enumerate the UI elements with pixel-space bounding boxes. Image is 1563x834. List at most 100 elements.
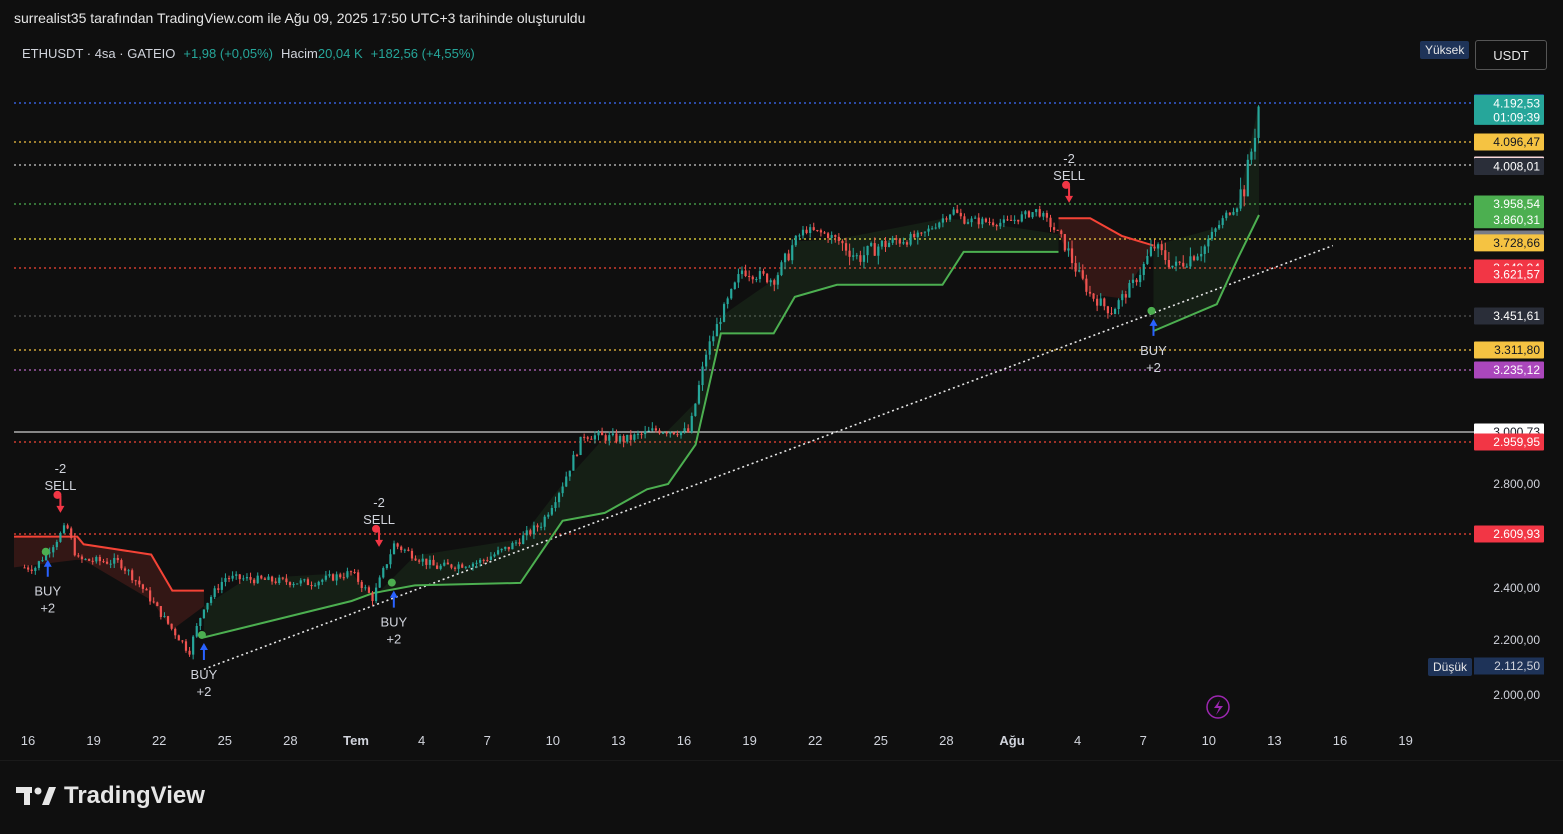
- candle-body: [267, 576, 270, 580]
- currency-button[interactable]: USDT: [1475, 40, 1547, 70]
- candle-body: [1124, 294, 1127, 298]
- candle-body: [758, 271, 762, 280]
- candle-body: [113, 557, 116, 564]
- candle-body: [174, 628, 177, 636]
- buy-dot-icon: [41, 547, 50, 556]
- candle-body: [787, 253, 790, 261]
- candle-body: [1031, 212, 1034, 218]
- candle-body: [209, 596, 213, 603]
- candle-body: [66, 525, 69, 529]
- candle-body: [934, 227, 937, 229]
- candle-body: [1239, 189, 1242, 209]
- level-label: 2.959,95: [1493, 435, 1540, 449]
- candle-body: [428, 559, 432, 565]
- volume-value: 20,04 K: [317, 46, 363, 61]
- candle-body: [866, 245, 869, 256]
- candle-body: [1149, 246, 1153, 256]
- candle-body: [794, 235, 797, 246]
- time-tick-label: 19: [1398, 733, 1412, 748]
- price-chart[interactable]: BUY +2 -2 SELL BUY +2 -2 SELL BUY +2 -2 SELL BUY +2 4…: [0, 34, 1563, 759]
- candle-body: [213, 588, 216, 597]
- candle-body: [166, 616, 170, 624]
- time-tick-label: Tem: [343, 733, 369, 748]
- candle-body: [1225, 212, 1228, 219]
- candle-body: [270, 576, 274, 582]
- candle-body: [1070, 248, 1074, 264]
- candle-body: [306, 579, 310, 586]
- candle-body: [202, 609, 206, 619]
- candle-body: [59, 532, 62, 542]
- candle-body: [593, 435, 597, 440]
- time-tick-label: 28: [939, 733, 953, 748]
- time-tick-label: 13: [1267, 733, 1281, 748]
- candle-body: [1074, 263, 1077, 272]
- candle-body: [809, 227, 812, 234]
- candle-body: [1153, 246, 1156, 249]
- candle-body: [37, 561, 40, 568]
- candle-body: [217, 588, 220, 590]
- candle-body: [701, 366, 704, 386]
- candle-body: [260, 575, 263, 579]
- candle-body: [1174, 261, 1178, 266]
- candle-body: [816, 230, 819, 232]
- candle-body: [1185, 266, 1188, 268]
- level-label: 3.860,31: [1493, 213, 1540, 227]
- candle-body: [1024, 211, 1027, 215]
- candle-body: [324, 575, 327, 580]
- candle-body: [281, 577, 284, 579]
- candle-body: [109, 563, 112, 565]
- candle-body: [848, 250, 851, 257]
- candle-body: [446, 562, 449, 565]
- candle-body: [715, 324, 718, 337]
- candle-body: [608, 435, 611, 441]
- candle-body: [755, 279, 758, 281]
- time-tick-label: 7: [1140, 733, 1147, 748]
- candle-body: [615, 433, 618, 442]
- candle-body: [1182, 262, 1185, 267]
- chart-area[interactable]: BUY +2 -2 SELL BUY +2 -2 SELL BUY +2 -2 SELL BUY +2 4…: [0, 34, 1563, 759]
- candle-body: [249, 576, 252, 580]
- candle-body: [263, 578, 266, 580]
- candle-body: [453, 567, 457, 569]
- candle-body: [127, 570, 130, 572]
- candle-body: [1042, 213, 1045, 217]
- candle-body: [604, 435, 607, 441]
- buy-signal-label: BUY: [1140, 343, 1167, 358]
- symbol-label[interactable]: ETHUSDT · 4sa · GATEIO: [22, 46, 175, 61]
- candle-body: [852, 255, 855, 257]
- candle-body: [554, 502, 557, 508]
- time-tick-label: 10: [546, 733, 560, 748]
- candle-body: [565, 476, 568, 487]
- candle-body: [529, 530, 532, 535]
- candle-body: [909, 233, 912, 245]
- candle-body: [1078, 270, 1081, 272]
- candle-body: [963, 216, 966, 224]
- candle-body: [224, 578, 227, 582]
- candle-body: [647, 430, 650, 432]
- candle-body: [432, 559, 435, 566]
- candle-body: [543, 516, 546, 527]
- candle-body: [253, 579, 256, 584]
- low-badge: Düşük: [1428, 658, 1473, 676]
- candle-body: [1020, 214, 1023, 222]
- candle-body: [644, 431, 647, 435]
- candle-body: [1052, 227, 1056, 230]
- candle-body: [966, 222, 970, 224]
- candle-body: [568, 470, 571, 477]
- tradingview-logo[interactable]: TradingView: [16, 782, 205, 810]
- candle-body: [826, 233, 830, 238]
- time-tick-label: 25: [218, 733, 232, 748]
- candle-body: [862, 255, 866, 262]
- candle-body: [471, 563, 475, 567]
- candle-body: [1002, 219, 1005, 223]
- candle-body: [479, 559, 482, 563]
- time-tick-label: 10: [1202, 733, 1216, 748]
- candle-body: [1038, 209, 1041, 217]
- candle-body: [1110, 313, 1113, 315]
- candle-body: [1006, 219, 1009, 221]
- candle-body: [367, 587, 371, 593]
- candle-body: [188, 650, 191, 655]
- time-tick-label: 28: [283, 733, 297, 748]
- tradingview-logo-icon: [16, 787, 56, 805]
- candle-body: [55, 541, 58, 548]
